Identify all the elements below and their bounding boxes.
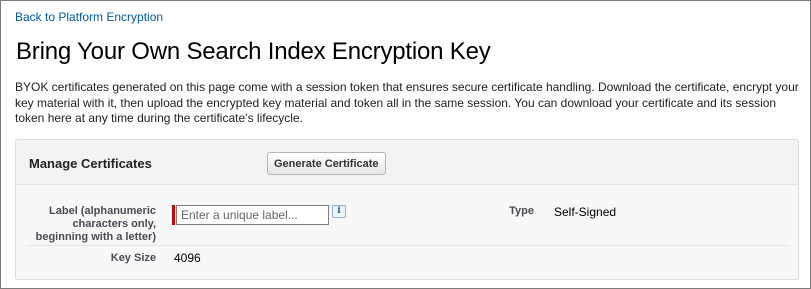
row-divider	[26, 245, 790, 246]
panel-header: Manage Certificates Generate Certificate	[16, 140, 798, 185]
type-label: Type	[509, 205, 534, 217]
back-to-platform-encryption-link[interactable]: Back to Platform Encryption	[15, 10, 163, 24]
panel-title: Manage Certificates	[29, 156, 152, 171]
page-title: Bring Your Own Search Index Encryption K…	[16, 38, 491, 65]
manage-certificates-panel: Manage Certificates Generate Certificate…	[15, 139, 799, 280]
key-size-label: Key Size	[110, 252, 156, 264]
label-input[interactable]	[176, 205, 329, 225]
type-value: Self-Signed	[554, 205, 617, 219]
required-marker	[172, 205, 175, 225]
info-icon[interactable]: i	[332, 205, 346, 218]
intro-text: BYOK certificates generated on this page…	[15, 80, 799, 125]
label-field-label: Label (alphanumeric characters only, beg…	[35, 205, 156, 243]
generate-certificate-button[interactable]: Generate Certificate	[267, 152, 386, 175]
key-size-value: 4096	[174, 251, 201, 265]
